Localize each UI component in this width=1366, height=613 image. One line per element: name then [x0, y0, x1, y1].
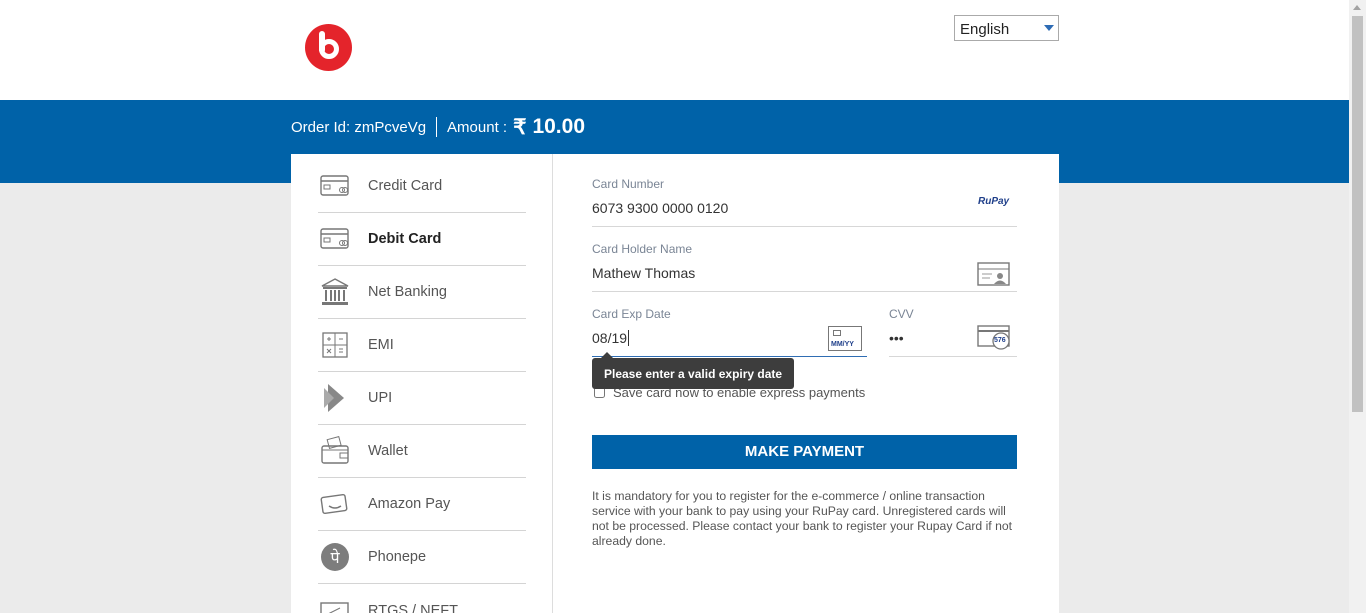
- beats-logo-icon: [305, 24, 352, 71]
- sidebar-item-label: Debit Card: [368, 231, 442, 247]
- order-summary: Order Id: zmPcveVg Amount : ₹ 10.00: [291, 114, 585, 140]
- exp-date-label: Card Exp Date: [592, 307, 671, 321]
- amount-value: 10.00: [532, 115, 586, 138]
- sidebar-item-label: Phonepe: [368, 549, 427, 565]
- expiry-error-tooltip: Please enter a valid expiry date: [592, 352, 794, 389]
- sidebar-item-label: UPI: [368, 390, 393, 406]
- order-id: Order Id: zmPcveVg: [291, 118, 427, 136]
- sidebar-item-debit-card[interactable]: Debit Card: [318, 213, 526, 266]
- card-holder-label: Card Holder Name: [592, 242, 693, 256]
- cvv-underline: [889, 356, 1017, 357]
- rupee-icon: ₹: [513, 115, 527, 139]
- sidebar-item-label: Amazon Pay: [368, 496, 451, 512]
- sidebar-item-credit-card[interactable]: Credit Card: [318, 160, 526, 213]
- sidebar-item-label: Credit Card: [368, 178, 443, 194]
- sidebar-item-label: Net Banking: [368, 284, 447, 300]
- sidebar-item-label: Wallet: [368, 443, 408, 459]
- cvv-card-icon: 576: [977, 325, 1010, 356]
- language-select-value: English: [960, 21, 1010, 38]
- card-number-input[interactable]: 6073 9300 0000 0120: [592, 200, 728, 216]
- card-holder-input[interactable]: Mathew Thomas: [592, 265, 695, 281]
- scrollbar-thumb[interactable]: [1352, 16, 1363, 412]
- svg-text:पे: पे: [330, 548, 340, 567]
- calculator-icon: [320, 330, 350, 360]
- order-separator: [436, 117, 438, 137]
- card-holder-underline: [592, 291, 1017, 292]
- cvv-label: CVV: [889, 307, 914, 321]
- chevron-down-icon: [1044, 25, 1054, 31]
- debit-card-icon: [320, 224, 350, 254]
- language-select[interactable]: English: [954, 15, 1059, 41]
- amazon-pay-icon: [320, 489, 350, 519]
- wallet-icon: [320, 436, 350, 466]
- rupay-logo-icon: RuPay: [978, 196, 1010, 207]
- card-number-underline: [592, 226, 1017, 227]
- sidebar-item-phonepe[interactable]: पे Phonepe: [318, 531, 526, 584]
- sidebar-item-net-banking[interactable]: Net Banking: [318, 266, 526, 319]
- card-number-label: Card Number: [592, 177, 665, 191]
- sidebar-item-upi[interactable]: UPI: [318, 372, 526, 425]
- cvv-input[interactable]: •••: [889, 330, 904, 346]
- upi-icon: [320, 383, 350, 413]
- top-bar: English: [0, 0, 1349, 100]
- amount-label: Amount :: [447, 118, 508, 136]
- id-card-icon: [977, 262, 1010, 291]
- sidebar-item-rtgs-neft[interactable]: RTGS / NEFT: [318, 584, 526, 613]
- phonepe-icon: पे: [320, 542, 350, 572]
- exp-date-input[interactable]: 08/19: [592, 330, 630, 346]
- sidebar-item-label: RTGS / NEFT: [368, 602, 458, 613]
- sidebar-item-amazon-pay[interactable]: Amazon Pay: [318, 478, 526, 531]
- make-payment-button[interactable]: MAKE PAYMENT: [592, 435, 1017, 469]
- bank-icon: [320, 277, 350, 307]
- scroll-up-icon[interactable]: [1353, 5, 1361, 10]
- sidebar-item-label: EMI: [368, 337, 394, 353]
- payment-method-sidebar: Credit Card Debit Card Net Banking EMI U: [291, 154, 553, 613]
- calendar-icon: MM/YY: [828, 326, 862, 351]
- rupay-notice: It is mandatory for you to register for …: [592, 489, 1013, 548]
- sidebar-item-wallet[interactable]: Wallet: [318, 425, 526, 478]
- page-scrollbar[interactable]: [1349, 0, 1366, 613]
- payment-card: Credit Card Debit Card Net Banking EMI U: [291, 154, 1059, 613]
- exp-date-underline: [592, 356, 867, 357]
- rtgs-icon: [320, 596, 350, 613]
- sidebar-item-emi[interactable]: EMI: [318, 319, 526, 372]
- credit-card-icon: [320, 171, 350, 201]
